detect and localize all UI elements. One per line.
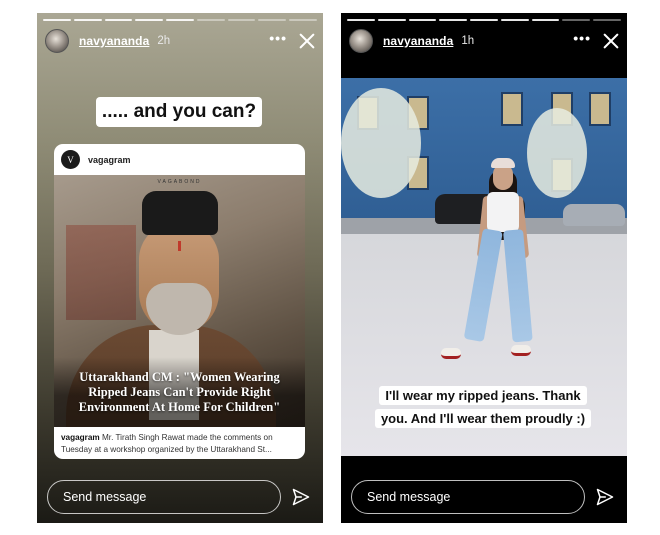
story-left[interactable]: navyananda 2h ••• ..... and you can? V v… — [37, 13, 323, 523]
progress-segment — [196, 19, 225, 21]
progress-segment — [439, 19, 468, 21]
progress-segment — [500, 19, 529, 21]
post-account-avatar: V — [61, 150, 80, 169]
username-link[interactable]: navyananda — [383, 34, 453, 48]
question-sticker: ..... and you can? — [96, 97, 262, 127]
progress-segment — [43, 19, 71, 21]
avatar[interactable] — [45, 29, 69, 53]
shared-post-card[interactable]: V vagagram VAGABOND Uttarakhand CM : "Wo… — [54, 144, 305, 459]
story-progress-bar — [347, 19, 622, 21]
username-link[interactable]: navyananda — [79, 34, 149, 48]
story-header: navyananda 2h ••• — [45, 28, 315, 54]
progress-segment — [347, 19, 375, 21]
progress-segment — [104, 19, 133, 21]
send-icon[interactable] — [595, 487, 615, 507]
more-options-icon[interactable]: ••• — [573, 31, 591, 45]
progress-segment — [593, 19, 622, 21]
progress-segment — [73, 19, 102, 21]
story-progress-bar — [43, 19, 318, 21]
avatar[interactable] — [349, 29, 373, 53]
car — [563, 204, 625, 226]
post-time: 1h — [461, 35, 475, 47]
progress-segment — [531, 19, 560, 21]
progress-segment — [166, 19, 194, 21]
send-message-input[interactable]: Send message — [351, 480, 585, 514]
progress-segment — [377, 19, 406, 21]
story-right[interactable]: navyananda 1h ••• I'll wear my ripped je… — [341, 13, 627, 523]
post-image: VAGABOND Uttarakhand CM : "Women Wearing… — [54, 175, 305, 427]
post-caption: vagagram Mr. Tirath Singh Rawat made the… — [61, 432, 299, 456]
close-icon[interactable] — [603, 33, 619, 49]
progress-segment — [408, 19, 437, 21]
story-header: navyananda 1h ••• — [349, 28, 619, 54]
progress-segment — [289, 19, 318, 21]
story-footer: Send message — [351, 480, 617, 514]
post-account-name[interactable]: vagagram — [88, 155, 131, 165]
progress-segment — [258, 19, 287, 21]
post-headline: Uttarakhand CM : "Women Wearing Ripped J… — [78, 370, 281, 414]
caption-sticker: I'll wear my ripped jeans. Thank you. An… — [368, 384, 598, 430]
brand-watermark: VAGABOND — [157, 179, 202, 185]
send-message-input[interactable]: Send message — [47, 480, 281, 514]
progress-segment — [135, 19, 164, 21]
post-header: V vagagram — [54, 144, 305, 175]
close-icon[interactable] — [299, 33, 315, 49]
send-icon[interactable] — [291, 487, 311, 507]
post-time: 2h — [157, 35, 171, 47]
caption-account: vagagram — [61, 433, 100, 442]
progress-segment — [227, 19, 256, 21]
progress-segment — [470, 19, 498, 21]
more-options-icon[interactable]: ••• — [269, 31, 287, 45]
progress-segment — [562, 19, 591, 21]
story-footer: Send message — [47, 480, 313, 514]
